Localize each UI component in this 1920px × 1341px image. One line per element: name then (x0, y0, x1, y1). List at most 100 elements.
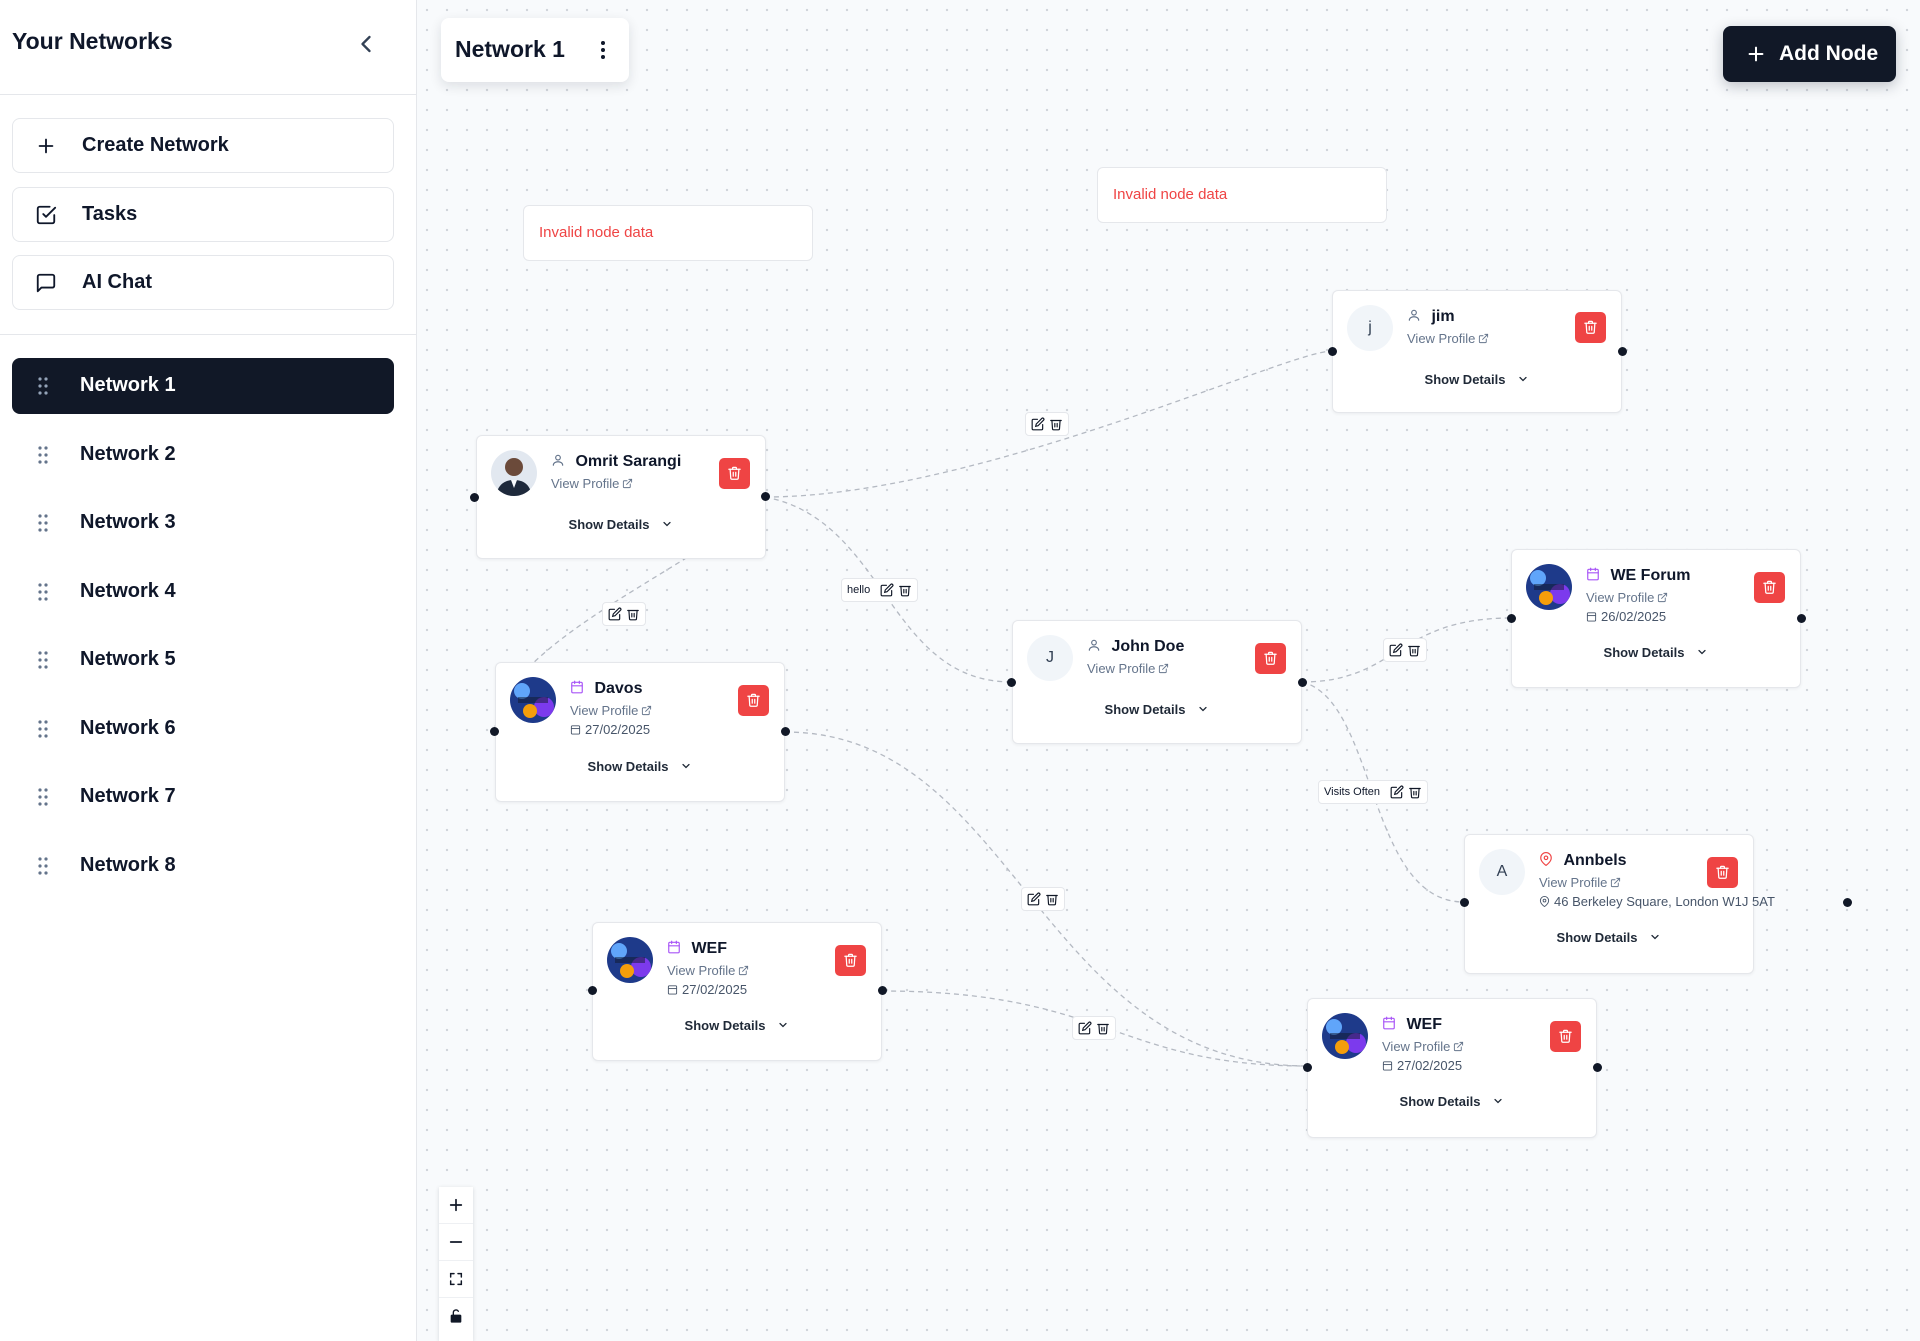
drag-handle-icon[interactable] (36, 513, 50, 533)
view-profile-link[interactable]: View Profile (667, 963, 749, 978)
show-details-toggle[interactable]: Show Details (593, 1018, 881, 1033)
sidebar-item-network-5[interactable]: Network 5 (12, 632, 394, 688)
view-profile-link[interactable]: View Profile (1382, 1039, 1464, 1054)
create-network-button[interactable]: Create Network (12, 118, 394, 173)
lock-toggle-button[interactable] (439, 1298, 473, 1334)
edit-icon[interactable] (880, 583, 894, 597)
view-profile-link[interactable]: View Profile (1539, 875, 1621, 890)
sidebar-item-network-8[interactable]: Network 8 (12, 838, 394, 894)
trash-icon[interactable] (1096, 1021, 1110, 1035)
trash-icon[interactable] (898, 583, 912, 597)
drag-handle-icon[interactable] (36, 650, 50, 670)
delete-node-button[interactable] (1575, 312, 1606, 343)
connection-handle[interactable] (1007, 678, 1016, 687)
connection-handle[interactable] (878, 986, 887, 995)
delete-node-button[interactable] (738, 685, 769, 716)
event-date: 27/02/2025 (667, 982, 747, 997)
trash-icon[interactable] (1045, 892, 1059, 906)
connection-handle[interactable] (1460, 898, 1469, 907)
sidebar-item-network-1[interactable]: Network 1 (12, 358, 394, 414)
node-card-davos[interactable]: Davos View Profile 27/02/2025 Show Detai… (495, 662, 785, 802)
calendar-icon (668, 940, 680, 954)
connection-handle[interactable] (1797, 614, 1806, 623)
drag-handle-icon[interactable] (36, 787, 50, 807)
node-card-john-doe[interactable]: J John Doe View Profile Show Details (1012, 620, 1302, 744)
drag-handle-icon[interactable] (36, 376, 50, 396)
show-details-toggle[interactable]: Show Details (496, 759, 784, 774)
node-card-we-forum[interactable]: WE Forum View Profile 26/02/2025 Show De… (1511, 549, 1801, 688)
connection-handle[interactable] (588, 986, 597, 995)
connection-handle[interactable] (1303, 1063, 1312, 1072)
network-canvas[interactable]: Network 1 Add Node Invalid node data Inv… (417, 0, 1920, 1341)
show-details-toggle[interactable]: Show Details (1308, 1094, 1596, 1109)
connection-handle[interactable] (1618, 347, 1627, 356)
sidebar-item-network-7[interactable]: Network 7 (12, 769, 394, 825)
zoom-in-button[interactable] (439, 1187, 473, 1224)
add-node-button[interactable]: Add Node (1723, 26, 1896, 82)
fit-view-button[interactable] (439, 1261, 473, 1298)
sidebar-item-network-3[interactable]: Network 3 (12, 495, 394, 551)
edge-label-hello[interactable]: hello (841, 578, 919, 602)
delete-node-button[interactable] (1707, 857, 1738, 888)
show-details-toggle[interactable]: Show Details (1013, 702, 1301, 717)
connection-handle[interactable] (1843, 898, 1852, 907)
delete-node-button[interactable] (1754, 572, 1785, 603)
connection-handle[interactable] (761, 492, 770, 501)
show-details-toggle[interactable]: Show Details (477, 517, 765, 532)
connection-handle[interactable] (1298, 678, 1307, 687)
connection-handle[interactable] (1593, 1063, 1602, 1072)
collapse-sidebar-button[interactable] (352, 30, 380, 58)
edit-icon[interactable] (1031, 417, 1045, 431)
view-profile-link[interactable]: View Profile (570, 703, 652, 718)
show-details-toggle[interactable]: Show Details (1512, 645, 1800, 660)
view-profile-link[interactable]: View Profile (1407, 331, 1489, 346)
sidebar-item-network-2[interactable]: Network 2 (12, 427, 394, 483)
show-details-toggle[interactable]: Show Details (1333, 372, 1621, 387)
drag-handle-icon[interactable] (36, 856, 50, 876)
delete-node-button[interactable] (835, 945, 866, 976)
view-profile-link[interactable]: View Profile (551, 476, 633, 491)
connection-handle[interactable] (1507, 614, 1516, 623)
edit-icon[interactable] (1078, 1021, 1092, 1035)
invalid-node-card[interactable]: Invalid node data (523, 205, 813, 261)
drag-handle-icon[interactable] (36, 445, 50, 465)
ai-chat-button[interactable]: AI Chat (12, 255, 394, 310)
sidebar-item-network-6[interactable]: Network 6 (12, 701, 394, 757)
view-profile-link[interactable]: View Profile (1087, 661, 1169, 676)
show-details-toggle[interactable]: Show Details (1465, 930, 1753, 945)
trash-icon[interactable] (1408, 785, 1422, 799)
connection-handle[interactable] (470, 493, 479, 502)
trash-icon[interactable] (1407, 643, 1421, 657)
node-card-annbels[interactable]: A Annbels View Profile 46 Berkeley Squar… (1464, 834, 1775, 974)
zoom-out-button[interactable] (439, 1224, 473, 1261)
person-icon (1088, 639, 1100, 651)
sidebar-item-network-4[interactable]: Network 4 (12, 564, 394, 620)
network-label: Network 6 (80, 717, 176, 739)
edge-controls (1072, 1016, 1116, 1040)
node-card-jim[interactable]: j jim View Profile Show Details (1332, 290, 1622, 413)
edit-icon[interactable] (1389, 643, 1403, 657)
node-card-wef[interactable]: WEF View Profile 27/02/2025 Show Details (592, 922, 882, 1061)
connection-handle[interactable] (781, 727, 790, 736)
edit-icon[interactable] (608, 607, 622, 621)
edit-icon[interactable] (1027, 892, 1041, 906)
more-vertical-icon[interactable] (591, 38, 615, 62)
delete-node-button[interactable] (1550, 1021, 1581, 1052)
node-card-wef[interactable]: WEF View Profile 27/02/2025 Show Details (1307, 998, 1597, 1138)
view-profile-link[interactable]: View Profile (1586, 590, 1668, 605)
trash-icon[interactable] (1049, 417, 1063, 431)
drag-handle-icon[interactable] (36, 582, 50, 602)
edge-label-visits-often[interactable]: Visits Often (1318, 780, 1429, 804)
connection-handle[interactable] (490, 727, 499, 736)
delete-node-button[interactable] (719, 458, 750, 489)
chevron-down-icon (682, 763, 691, 769)
node-card-omrit-sarangi[interactable]: Omrit Sarangi View Profile Show Details (476, 435, 766, 559)
network-label: Network 3 (80, 511, 176, 533)
invalid-node-card[interactable]: Invalid node data (1097, 167, 1387, 223)
tasks-button[interactable]: Tasks (12, 187, 394, 242)
trash-icon[interactable] (626, 607, 640, 621)
connection-handle[interactable] (1328, 347, 1337, 356)
edit-icon[interactable] (1390, 785, 1404, 799)
drag-handle-icon[interactable] (36, 719, 50, 739)
delete-node-button[interactable] (1255, 643, 1286, 674)
